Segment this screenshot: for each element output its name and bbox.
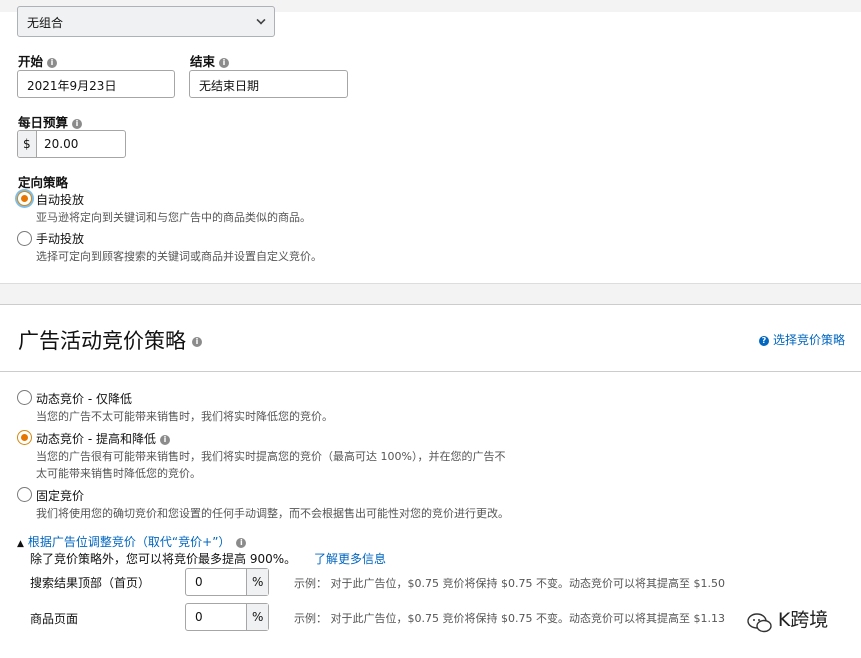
product-page-input[interactable]: 0 %: [185, 603, 269, 631]
chevron-down-icon: [256, 15, 266, 25]
top-of-search-input[interactable]: 0 %: [185, 568, 269, 596]
start-date-input[interactable]: 2021年9月23日: [17, 70, 175, 98]
divider: [0, 371, 861, 372]
dynamic-up-down-label-text: 动态竞价 - 提高和降低: [36, 432, 156, 446]
watermark: K跨境: [740, 603, 835, 637]
end-label-text: 结束: [190, 54, 216, 69]
placement-toggle[interactable]: ▲ 根据广告位调整竞价（取代“竞价+”） i: [17, 533, 247, 550]
placement-note-text: 除了竞价策略外，您可以将竞价最多提高 900%。: [30, 552, 297, 566]
start-label-text: 开始: [18, 54, 44, 69]
info-icon[interactable]: i: [236, 537, 247, 548]
question-icon: ?: [759, 335, 769, 346]
percent-symbol: %: [252, 575, 264, 589]
watermark-text: K跨境: [777, 609, 829, 631]
info-icon[interactable]: i: [219, 57, 230, 68]
learn-more-link[interactable]: 了解更多信息: [314, 552, 386, 566]
start-date-value: 2021年9月23日: [27, 79, 117, 93]
auto-targeting-label: 自动投放: [36, 193, 85, 207]
dynamic-up-down-desc-line2: 太可能带来销售时降低您的竞价。: [36, 467, 201, 480]
info-icon[interactable]: i: [72, 118, 83, 129]
percent-suffix: %: [246, 569, 268, 595]
placement-row-label: 商品页面: [30, 612, 79, 626]
placement-row-label: 搜索结果顶部（首页）: [30, 576, 151, 590]
dynamic-down-only-desc: 当您的广告不太可能带来销售时，我们将实时降低您的竞价。: [36, 410, 333, 423]
manual-targeting-label: 手动投放: [36, 232, 85, 246]
portfolio-select[interactable]: 无组合: [17, 6, 275, 37]
wechat-icon: [747, 612, 772, 632]
portfolio-select-value: 无组合: [27, 16, 64, 30]
info-icon[interactable]: i: [47, 57, 58, 68]
dynamic-down-only-label: 动态竞价 - 仅降低: [36, 392, 132, 406]
bidding-title-text: 广告活动竞价策略: [18, 329, 186, 353]
percent-suffix: %: [246, 604, 268, 630]
budget-label-text: 每日预算: [18, 115, 69, 130]
radio-dynamic-down-only[interactable]: [17, 390, 32, 405]
info-icon[interactable]: i: [159, 434, 170, 445]
placement-note: 除了竞价策略外，您可以将竞价最多提高 900%。 了解更多信息: [30, 550, 386, 567]
daily-budget-input[interactable]: $ 20.00: [17, 130, 126, 158]
end-date-placeholder: 无结束日期: [199, 79, 260, 93]
budget-label: 每日预算 i: [18, 112, 83, 131]
percent-symbol: %: [252, 610, 264, 624]
info-icon[interactable]: i: [192, 337, 202, 347]
choose-bid-strategy-link[interactable]: ? 选择竞价策略: [759, 331, 845, 348]
daily-budget-value: 20.00: [44, 137, 79, 151]
radio-auto-targeting[interactable]: [17, 191, 32, 206]
radio-manual-targeting[interactable]: [17, 231, 32, 246]
product-page-value: 0: [195, 610, 203, 624]
top-of-search-example: 示例： 对于此广告位，$0.75 竞价将保持 $0.75 不变。动态竞价可以将其…: [294, 577, 725, 590]
end-date-input[interactable]: 无结束日期: [189, 70, 348, 98]
placement-toggle-text: 根据广告位调整竞价（取代“竞价+”）: [27, 535, 231, 549]
section-separator: [0, 283, 861, 305]
bidding-section-title: 广告活动竞价策略 i: [18, 325, 202, 355]
end-label: 结束 i: [190, 51, 230, 70]
dynamic-up-down-label: 动态竞价 - 提高和降低 i: [36, 430, 170, 447]
manual-targeting-desc: 选择可定向到顾客搜索的关键词或商品并设置自定义竞价。: [36, 250, 322, 263]
radio-dynamic-up-down[interactable]: [17, 430, 32, 445]
dynamic-up-down-desc-line1: 当您的广告很有可能带来销售时，我们将实时提高您的竞价（最高可达 100%），并在…: [36, 450, 506, 463]
fixed-bids-desc: 我们将使用您的确切竞价和您设置的任何手动调整，而不会根据售出可能性对您的竞价进行…: [36, 507, 509, 520]
auto-targeting-desc: 亚马逊将定向到关键词和与您广告中的商品类似的商品。: [36, 211, 311, 224]
caret-up-icon: ▲: [17, 539, 24, 549]
product-page-example: 示例： 对于此广告位，$0.75 竞价将保持 $0.75 不变。动态竞价可以将其…: [294, 612, 725, 625]
start-label: 开始 i: [18, 51, 58, 70]
currency-prefix: $: [18, 131, 37, 157]
targeting-label: 定向策略: [18, 175, 69, 190]
fixed-bids-label: 固定竞价: [36, 489, 85, 503]
top-of-search-value: 0: [195, 575, 203, 589]
currency-symbol: $: [23, 137, 31, 151]
radio-fixed-bids[interactable]: [17, 487, 32, 502]
choose-bid-strategy-text: 选择竞价策略: [773, 333, 846, 347]
